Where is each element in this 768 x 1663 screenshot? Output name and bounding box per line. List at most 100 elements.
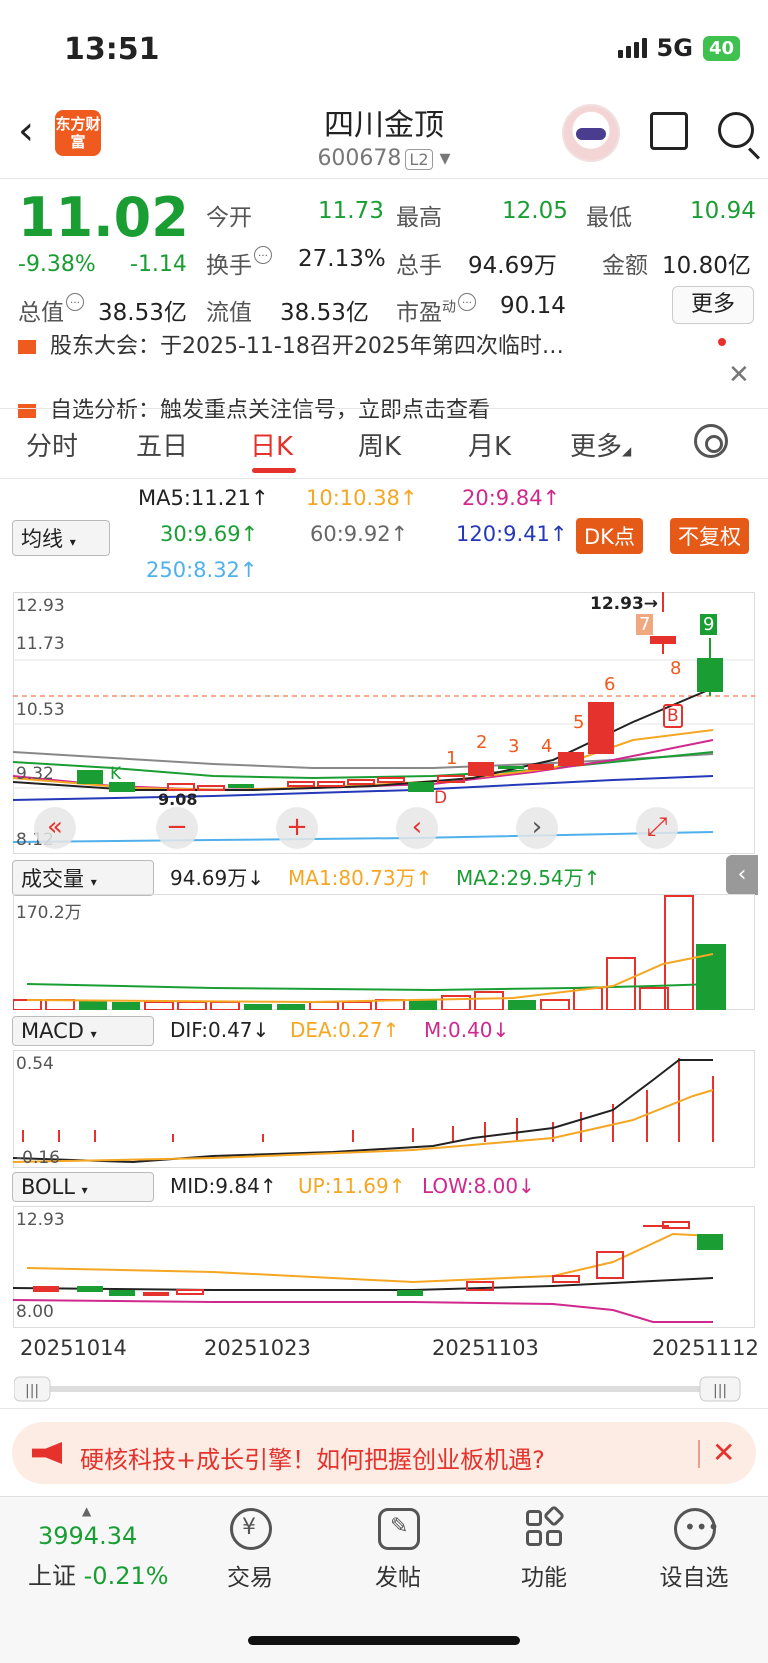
post-label[interactable]: 发帖 [338,1558,458,1592]
turnover-label[interactable]: 换手… [206,246,272,280]
zoom-out-icon[interactable]: − [156,807,198,849]
level-badge: L2 [405,149,433,170]
index-row[interactable]: 上证 -0.21% [28,1556,169,1591]
boll-mid: MID:9.84↑ [170,1174,277,1198]
volume-y-label: 170.2万 [16,903,82,923]
range-scrollbar[interactable]: ||| ||| [14,1376,754,1402]
volume-bar [508,1000,536,1010]
volume-bar [210,1001,240,1010]
candle [498,766,524,769]
amount-value: 10.80亿 [662,253,751,279]
network-label: 5G [656,34,693,62]
tab-daily-k[interactable]: 日K [250,426,293,463]
macd-select[interactable]: MACD ▾ [12,1016,154,1046]
signal-marker: 8 [670,658,682,679]
more-button[interactable]: 更多 [672,286,754,324]
fast-back-icon[interactable]: « [34,807,76,849]
fullscreen-icon[interactable]: ⤢ [636,807,678,849]
add-watchlist-label[interactable]: 设自选 [634,1558,754,1592]
volume-bar [474,991,504,1010]
no-adjust-button[interactable]: 不复权 [670,518,749,554]
banner-divider [698,1440,700,1468]
more-dots-icon[interactable]: ••• [674,1508,719,1550]
open-label: 今开 [206,205,252,231]
pe-label[interactable]: 市盈动… [396,293,476,327]
chevron-down-icon: ▾ [439,146,451,171]
ma20-value: 20:9.84↑ [462,486,561,510]
battery-icon: 40 [702,35,740,61]
svg-text:|||: ||| [25,1383,39,1399]
volume-select[interactable]: 成交量 ▾ [12,860,154,896]
candle [558,752,584,766]
boll-select[interactable]: BOLL ▾ [12,1172,154,1202]
volume-ma1-line [26,953,714,1004]
close-icon[interactable]: ✕ [712,1436,735,1469]
signal-marker: 3 [508,736,520,757]
search-icon[interactable] [718,112,754,148]
k-marker: K [110,764,122,784]
apps-icon[interactable] [524,1504,566,1550]
volume-bar [13,999,42,1010]
macd-m: M:0.40↓ [424,1018,510,1042]
tab-five-day[interactable]: 五日 [136,426,188,463]
mktcap-label[interactable]: 总值… [18,293,84,327]
low-label: 最低 [586,205,632,231]
ma10-value: 10:10.38↑ [306,486,418,510]
boll-y-bottom: 8.00 [16,1302,54,1322]
amount-label: 金额 [602,253,648,279]
boll-y-top: 12.93 [16,1210,65,1230]
tab-more[interactable]: 更多◢ [570,426,631,463]
boll-chart [13,1221,723,1323]
trade-label[interactable]: 交易 [190,1558,310,1592]
change-percent: -9.38% [18,252,96,277]
macd-dea-line [13,1089,714,1163]
zoom-in-icon[interactable]: + [276,807,318,849]
post-icon[interactable]: ✎ [378,1508,420,1550]
promo-text[interactable]: 硬核科技+成长引擎！如何把握创业板机遇? [80,1440,545,1475]
candle [287,781,315,787]
dk-point-button[interactable]: DK点 [576,518,643,554]
date-label: 20251103 [432,1336,539,1360]
trade-icon[interactable]: ¥ [230,1508,272,1550]
date-label: 20251112 [652,1336,759,1360]
candle [528,764,554,770]
caret-up-icon: ▲ [82,1504,92,1518]
info-icon: … [254,246,272,264]
share-icon[interactable] [650,112,688,150]
tab-monthly-k[interactable]: 月K [468,426,511,463]
notice-meeting[interactable]: 股东大会：于2025-11-18召开2025年第四次临时… [18,328,668,360]
signal-marker: 5 [573,712,585,733]
macd-chart [13,1058,714,1164]
step-forward-icon[interactable]: › [516,807,558,849]
boll-up: UP:11.69↑ [298,1174,406,1198]
volume-bar [639,987,669,1010]
indicator-select[interactable]: 均线 ▾ [12,520,110,556]
step-back-icon[interactable]: ‹ [396,807,438,849]
gear-icon[interactable] [694,424,728,458]
high-note: 12.93→ [590,594,659,614]
tab-weekly-k[interactable]: 周K [358,426,401,463]
volume-bar [606,957,636,1010]
volume-bar [112,1002,140,1010]
date-label: 20251023 [204,1336,311,1360]
index-value[interactable]: 3994.34 [38,1522,137,1550]
macd-y-top: 0.54 [16,1054,54,1074]
tab-intraday[interactable]: 分时 [26,426,78,463]
float-value: 38.53亿 [280,300,369,326]
side-panel-toggle[interactable]: ‹ [726,855,758,895]
volume-value: 94.69万 [468,253,557,279]
volume-bar [277,1004,305,1010]
signal-icon [617,38,647,58]
kline-y-label: 9.32 [16,764,54,784]
kline-y-label: 12.93 [16,596,65,616]
close-icon[interactable]: ✕ [728,360,750,390]
d-marker: D [434,788,448,808]
macd-dif-line [13,1059,713,1164]
candle [377,777,405,783]
volume-value: 94.69万↓ [170,866,265,890]
functions-label[interactable]: 功能 [484,1558,604,1592]
volume-ma2: MA2:29.54万↑ [456,866,601,890]
megaphone-icon [18,340,36,354]
candle [347,779,375,785]
assistant-avatar-icon[interactable] [562,104,620,162]
